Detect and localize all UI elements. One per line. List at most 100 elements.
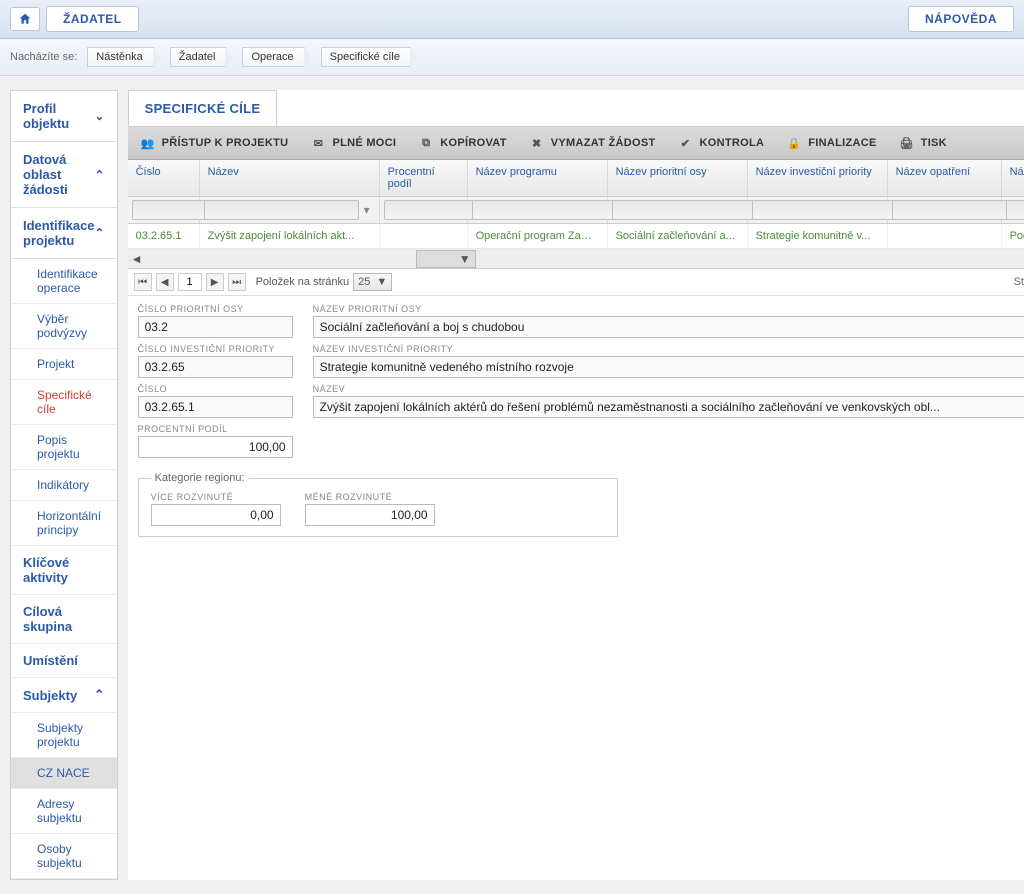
toolbar-label: TISK [921,137,947,149]
accordion-profile[interactable]: Profil objektu ⌄ [11,91,117,142]
invest-name-field[interactable] [313,356,1024,378]
nav-label: Klíčové aktivity [23,555,105,585]
toolbar-project-access[interactable]: 👥 PŘÍSTUP K PROJEKTU [136,133,293,153]
filter-name-input[interactable] [204,200,359,220]
print-icon: 🖨 [899,135,915,151]
nav-item-project-subjects[interactable]: Subjekty projektu [11,713,117,758]
region-category-fieldset: Kategorie regionu: VÍCE ROZVINUTÉ MÉNĚ R… [138,472,618,537]
pager-last-button[interactable]: ⏭ [228,273,246,291]
applicant-button[interactable]: ŽADATEL [46,6,139,32]
cell-number: 03.2.65.1 [128,224,200,248]
toolbar-powers[interactable]: ✉ PLNÉ MOCI [306,133,400,153]
invest-number-field[interactable] [138,356,293,378]
cell-pct [380,224,468,248]
toolbar-print[interactable]: 🖨 TISK [895,133,951,153]
axis-name-field[interactable] [313,316,1024,338]
column-picker-dropdown[interactable]: ▼ [416,250,476,268]
name-field[interactable] [313,396,1024,418]
axis-number-field[interactable] [138,316,293,338]
axis-name-label: NÁZEV PRIORITNÍ OSY [313,304,1024,314]
cell-name: Zvýšit zapojení lokálních akt... [200,224,380,248]
grid-col-pct[interactable]: Procentní podíl [380,160,468,196]
breadcrumb-item[interactable]: Specifické cíle [321,47,411,67]
home-button[interactable] [10,7,40,31]
nav-item-key-activities[interactable]: Klíčové aktivity [11,546,117,595]
filter-invest-input[interactable] [752,200,904,220]
breadcrumb-item[interactable]: Nástěnka [87,47,153,67]
nav-item-subject-persons[interactable]: Osoby subjektu [11,834,117,879]
pager-perpage-select[interactable]: 25▼ [353,273,392,291]
toolbar-delete-request[interactable]: ✖ VYMAZAT ŽÁDOST [525,133,660,153]
pct-label: PROCENTNÍ PODÍL [138,424,293,434]
accordion-identification[interactable]: Identifikace projektu ⌃ [11,208,117,259]
users-icon: 👥 [140,135,156,151]
nav-item-cz-nace[interactable]: CZ NACE [11,758,117,789]
pager-prev-button[interactable]: ◀ [156,273,174,291]
toolbar-label: FINALIZACE [808,137,876,149]
cell-axis: Sociální začleňování a... [608,224,748,248]
mail-icon: ✉ [310,135,326,151]
cell-thematic: Podpora sociáln... [1002,224,1024,248]
nav-item-project[interactable]: Projekt [11,349,117,380]
filter-program-input[interactable] [472,200,624,220]
toolbar-finalize[interactable]: 🔒 FINALIZACE [782,133,880,153]
funnel-icon[interactable]: ▾ [359,200,375,220]
less-dev-label: MÉNĚ ROZVINUTÉ [305,492,435,502]
nav-item-target-group[interactable]: Cílová skupina [11,595,117,644]
accordion-subjects[interactable]: Subjekty ⌃ [11,678,117,713]
nav-item-subject-addresses[interactable]: Adresy subjektu [11,789,117,834]
toolbar-check[interactable]: ✔ KONTROLA [674,133,769,153]
accordion-label: Profil objektu [23,101,95,131]
nav-item-subcall[interactable]: Výběr podvýzvy [11,304,117,349]
chevron-down-icon: ⌄ [95,109,105,123]
grid-col-program[interactable]: Název programu [468,160,608,196]
pager-perpage-value: 25 [358,276,370,288]
toolbar-label: PLNÉ MOCI [332,137,396,149]
grid-scrollbar[interactable]: ◄ ▼ ► [128,249,1024,269]
grid-col-invest[interactable]: Název investiční priority [748,160,888,196]
nav-item-indicators[interactable]: Indikátory [11,470,117,501]
table-row[interactable]: 03.2.65.1 Zvýšit zapojení lokálních akt.… [128,224,1024,249]
nav-label: Cílová skupina [23,604,105,634]
toolbar-label: PŘÍSTUP K PROJEKTU [162,137,289,149]
chevron-up-icon: ⌃ [94,687,105,703]
pager-page-input[interactable] [178,273,202,291]
grid-col-thematic[interactable]: Název tematickéh... [1002,160,1024,196]
less-dev-field[interactable] [305,504,435,526]
grid-col-number[interactable]: Číslo [128,160,200,196]
nav-item-project-desc[interactable]: Popis projektu [11,425,117,470]
grid-col-axis[interactable]: Název prioritní osy [608,160,748,196]
pager-first-button[interactable]: ⏮ [134,273,152,291]
nav-item-specific-goals[interactable]: Specifické cíle [11,380,117,425]
toolbar-label: VYMAZAT ŽÁDOST [551,137,656,149]
cell-invest: Strategie komunitně v... [748,224,888,248]
grid-col-name[interactable]: Název [200,160,380,196]
pager-next-button[interactable]: ▶ [206,273,224,291]
pct-field[interactable] [138,436,293,458]
accordion-label: Subjekty [23,688,77,703]
breadcrumb-item[interactable]: Operace [242,47,304,67]
toolbar-copy[interactable]: ⧉ KOPÍROVAT [414,133,510,153]
more-dev-label: VÍCE ROZVINUTÉ [151,492,281,502]
help-button[interactable]: NÁPOVĚDA [908,6,1014,32]
x-icon: ✖ [529,135,545,151]
nav-item-operation-id[interactable]: Identifikace operace [11,259,117,304]
nav-item-location[interactable]: Umístění [11,644,117,678]
grid-col-measure[interactable]: Název opatření [888,160,1002,196]
filter-axis-input[interactable] [612,200,764,220]
number-field[interactable] [138,396,293,418]
nav-item-horiz-principles[interactable]: Horizontální principy [11,501,117,546]
toolbar-label: KONTROLA [700,137,765,149]
invest-number-label: ČÍSLO INVESTIČNÍ PRIORITY [138,344,293,354]
number-label: ČÍSLO [138,384,293,394]
breadcrumb-item[interactable]: Žadatel [170,47,227,67]
more-dev-field[interactable] [151,504,281,526]
left-panel: Profil objektu ⌄ Datová oblast žádosti ⌃… [10,90,118,880]
lock-icon: 🔒 [786,135,802,151]
accordion-data-area[interactable]: Datová oblast žádosti ⌃ [11,142,117,208]
scroll-left-button[interactable]: ◄ [128,249,146,269]
grid-header: Číslo Název Procentní podíl Název progra… [128,160,1024,197]
tab-specific-goals[interactable]: SPECIFICKÉ CÍLE [128,90,278,126]
filter-thematic-input[interactable] [1006,200,1024,220]
toolbar: 👥 PŘÍSTUP K PROJEKTU ✉ PLNÉ MOCI ⧉ KOPÍR… [128,127,1024,160]
